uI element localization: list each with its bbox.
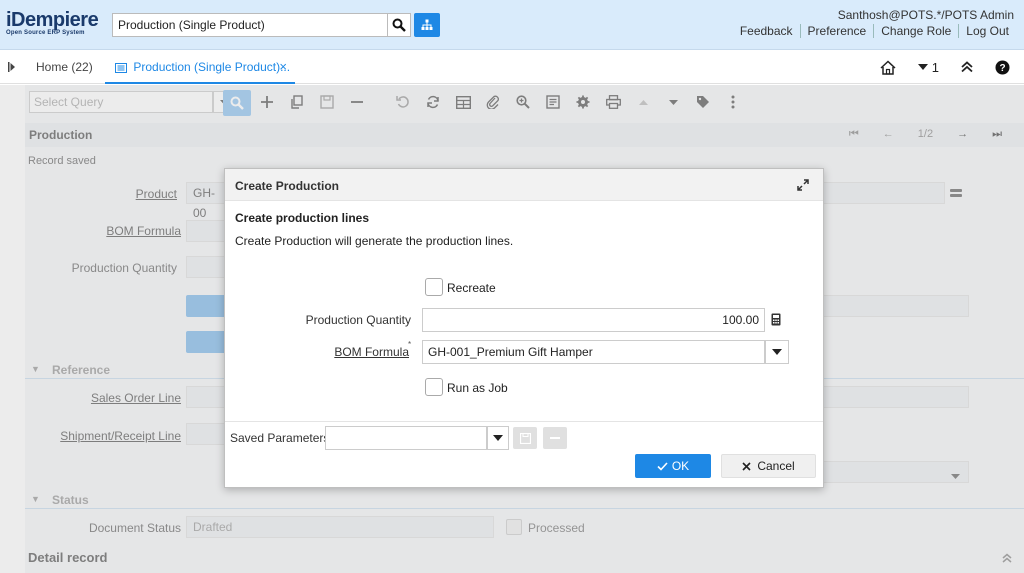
- caret-down-icon: [917, 64, 928, 70]
- caret-down-icon: [772, 349, 782, 355]
- bom-formula-input[interactable]: GH-001_Premium Gift Hamper: [422, 340, 765, 364]
- svg-text:?: ?: [999, 63, 1005, 74]
- help-icon[interactable]: ?: [995, 60, 1010, 75]
- create-production-dialog: Create Production Create production line…: [224, 168, 824, 488]
- window-list-dropdown[interactable]: 1: [917, 59, 939, 75]
- cancel-button[interactable]: Cancel: [721, 454, 816, 478]
- double-chevron-up-icon[interactable]: [961, 61, 973, 73]
- user-role-label: Santhosh@POTS.*/POTS Admin: [837, 8, 1014, 22]
- maximize-icon[interactable]: [795, 177, 811, 193]
- calculator-icon[interactable]: [771, 313, 781, 326]
- app-header: iDempiere Open Source ERP System Product…: [0, 0, 1024, 50]
- menu-search-input[interactable]: Production (Single Product): [112, 13, 387, 37]
- production-quantity-label: Production Quantity: [305, 313, 411, 327]
- dialog-header[interactable]: Create Production: [225, 169, 823, 201]
- ok-button[interactable]: OK: [635, 454, 711, 478]
- search-icon: [392, 18, 406, 32]
- change-role-link[interactable]: Change Role: [873, 24, 958, 38]
- save-icon: [519, 432, 531, 444]
- delete-parameters-button[interactable]: [543, 427, 567, 449]
- bom-formula-label[interactable]: BOM Formula: [325, 345, 409, 359]
- run-as-job-checkbox[interactable]: [425, 378, 443, 396]
- run-as-job-label: Run as Job: [447, 381, 508, 395]
- search-button[interactable]: [387, 13, 411, 37]
- minus-icon: [550, 437, 560, 439]
- window-icon: [115, 62, 127, 73]
- tab-home[interactable]: Home (22): [26, 50, 103, 84]
- close-tab-icon[interactable]: ×: [279, 50, 287, 84]
- home-icon[interactable]: [880, 59, 896, 75]
- menu-tree-button[interactable]: [414, 13, 440, 37]
- recreate-label: Recreate: [447, 281, 496, 295]
- saved-parameters-label: Saved Parameters: [230, 431, 330, 445]
- production-quantity-input[interactable]: 100.00: [422, 308, 765, 332]
- save-parameters-button[interactable]: [513, 427, 537, 449]
- recreate-checkbox[interactable]: [425, 278, 443, 296]
- dialog-heading: Create production lines: [235, 211, 370, 225]
- saved-parameters-dropdown[interactable]: [487, 426, 509, 450]
- caret-down-icon: [493, 435, 503, 441]
- window-tab-bar: Home (22) Production (Single Product)...…: [0, 50, 1024, 84]
- feedback-link[interactable]: Feedback: [733, 24, 800, 38]
- saved-parameters-input[interactable]: [325, 426, 487, 450]
- dialog-title: Create Production: [235, 179, 340, 193]
- idempiere-logo[interactable]: iDempiere Open Source ERP System: [6, 10, 110, 40]
- sitemap-icon: [421, 19, 433, 30]
- expand-west-icon[interactable]: [8, 62, 16, 72]
- tab-label: Production (Single Product)...: [133, 60, 291, 74]
- preference-link[interactable]: Preference: [799, 24, 874, 38]
- logout-link[interactable]: Log Out: [958, 24, 1016, 38]
- mandatory-asterisk: *: [408, 340, 412, 349]
- check-icon: [657, 461, 668, 471]
- dialog-footer-divider: [225, 421, 823, 422]
- dialog-description: Create Production will generate the prod…: [235, 234, 514, 248]
- close-icon: [742, 461, 751, 471]
- tab-production-single-product[interactable]: Production (Single Product)... ×: [105, 50, 295, 84]
- bom-formula-dropdown[interactable]: [765, 340, 789, 364]
- window-count: 1: [931, 59, 939, 75]
